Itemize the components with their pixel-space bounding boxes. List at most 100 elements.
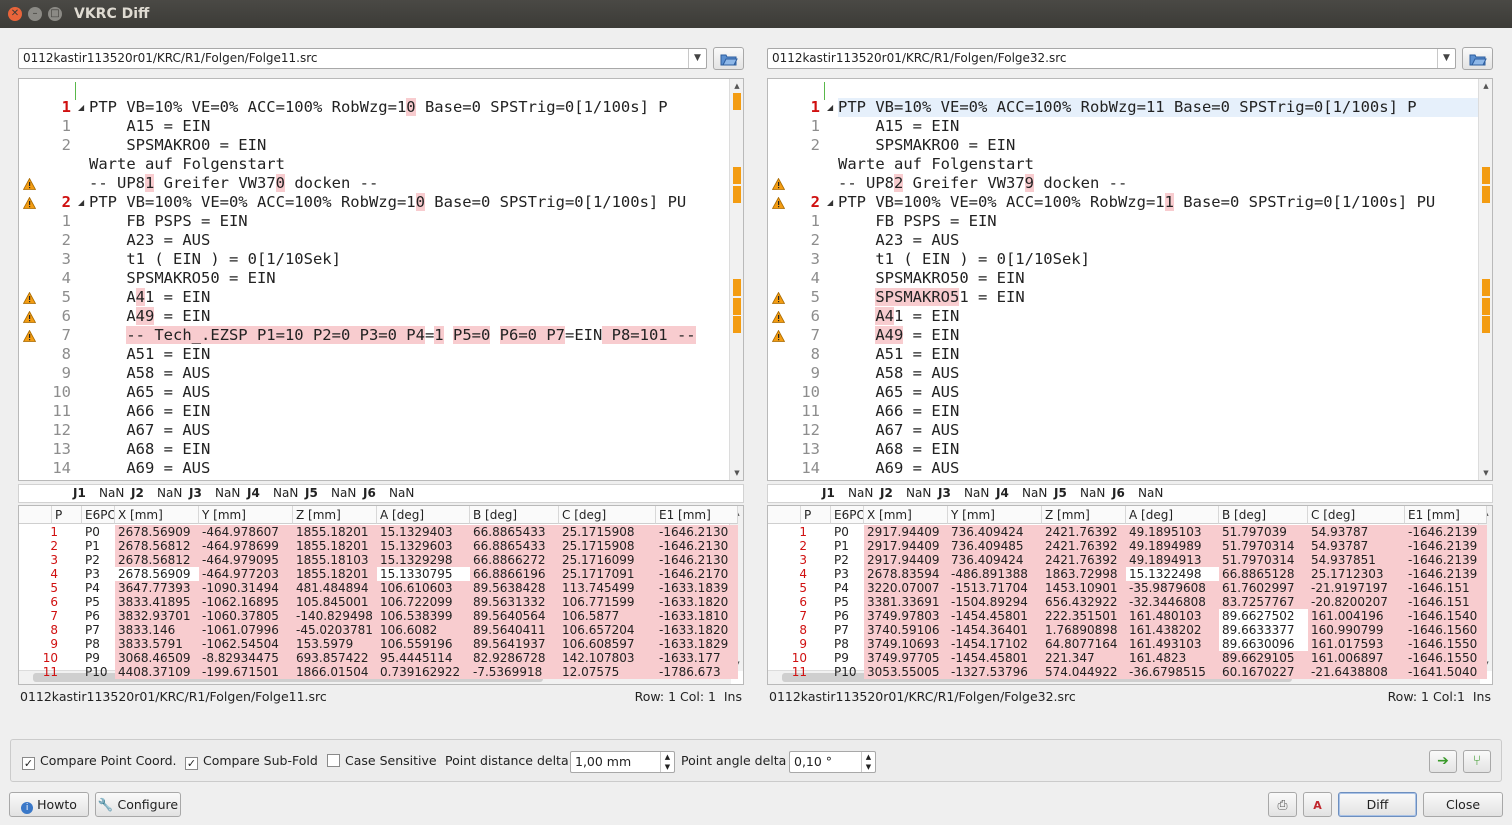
table-cell[interactable]: 161.004196 [1308, 609, 1405, 623]
table-cell[interactable]: 2917.94409 [864, 553, 948, 567]
code-line[interactable]: A15 = EIN [838, 117, 1478, 136]
table-cell[interactable]: 83.7257767 [1219, 595, 1308, 609]
code-line[interactable]: Warte auf Folgenstart [89, 155, 729, 174]
table-cell[interactable]: 3749.97705 [864, 651, 948, 665]
table-cell[interactable]: 15.1322498 [1126, 567, 1219, 581]
table-cell[interactable]: 2678.56909 [115, 567, 199, 581]
table-header-cell[interactable]: X [mm] [115, 506, 199, 524]
code-line[interactable]: A49 = EIN [838, 326, 1478, 345]
table-cell[interactable]: 3053.55005 [864, 665, 948, 679]
table-cell[interactable]: -1641.5040 [1405, 665, 1487, 679]
chevron-down-icon[interactable]: ▼ [688, 49, 706, 68]
table-cell[interactable]: 89.6627502 [1219, 609, 1308, 623]
table-cell[interactable]: -1646.151 [1405, 581, 1487, 595]
table-cell[interactable]: 89.6630096 [1219, 637, 1308, 651]
table-cell[interactable]: 49.1894913 [1126, 553, 1219, 567]
table-cell[interactable]: 656.432922 [1042, 595, 1126, 609]
point-name[interactable]: P6 [82, 609, 115, 623]
code-line[interactable]: A51 = EIN [89, 345, 729, 364]
table-cell[interactable]: 61.7602997 [1219, 581, 1308, 595]
table-header-cell[interactable]: C [deg] [559, 506, 656, 524]
table-cell[interactable]: 49.1895103 [1126, 525, 1219, 539]
scroll-up-icon[interactable]: ▲ [1479, 79, 1492, 93]
table-cell[interactable]: -20.8200207 [1308, 595, 1405, 609]
table-cell[interactable]: 106.6082 [377, 623, 470, 637]
table-cell[interactable]: 153.5979 [293, 637, 377, 651]
table-cell[interactable]: 1866.01504 [293, 665, 377, 679]
code-line[interactable]: A67 = AUS [838, 421, 1478, 440]
table-cell[interactable]: 693.857422 [293, 651, 377, 665]
point-name[interactable]: P7 [831, 623, 864, 637]
left-path-combo[interactable]: 0112kastir113520r01/KRC/R1/Folgen/Folge1… [18, 48, 707, 69]
table-cell[interactable]: -1786.673 [656, 665, 738, 679]
table-cell[interactable]: -1513.71704 [948, 581, 1042, 595]
table-cell[interactable]: 15.1329603 [377, 539, 470, 553]
table-cell[interactable]: 106.610603 [377, 581, 470, 595]
table-cell[interactable]: 12.07575 [559, 665, 656, 679]
diff-button[interactable]: Diff [1338, 792, 1417, 817]
right-path-combo[interactable]: 0112kastir113520r01/KRC/R1/Folgen/Folge3… [767, 48, 1456, 69]
table-cell[interactable]: -21.9197197 [1308, 581, 1405, 595]
table-cell[interactable]: 66.8866272 [470, 553, 559, 567]
code-line[interactable]: -- UP81 Greifer VW370 docken -- [89, 174, 729, 193]
table-cell[interactable]: 2678.56812 [115, 539, 199, 553]
compare-sub-fold-checkbox[interactable]: ✓ Compare Sub-Fold [185, 753, 318, 771]
code-line[interactable]: A69 = AUS [89, 459, 729, 478]
table-cell[interactable]: 222.351501 [1042, 609, 1126, 623]
code-line[interactable]: PTP VB=100% VE=0% ACC=100% RobWzg=11 Bas… [838, 193, 1478, 212]
checkbox-box[interactable]: ✓ [185, 757, 198, 770]
point-name[interactable]: P10 [82, 665, 115, 679]
scroll-up-icon[interactable]: ▲ [730, 79, 743, 93]
table-cell[interactable]: -1646.151 [1405, 595, 1487, 609]
table-cell[interactable]: 66.8865433 [470, 525, 559, 539]
code-line[interactable]: -- UP82 Greifer VW379 docken -- [838, 174, 1478, 193]
code-line[interactable]: A66 = EIN [838, 402, 1478, 421]
table-cell[interactable]: 2421.76392 [1042, 525, 1126, 539]
table-cell[interactable]: -35.9879608 [1126, 581, 1219, 595]
table-cell[interactable]: 3068.46509 [115, 651, 199, 665]
point-name[interactable]: P2 [831, 553, 864, 567]
code-line[interactable]: PTP VB=100% VE=0% ACC=100% RobWzg=10 Bas… [89, 193, 729, 212]
table-cell[interactable]: -1646.2130 [656, 553, 738, 567]
table-cell[interactable]: 106.559196 [377, 637, 470, 651]
code-line[interactable]: SPSMAKRO50 = EIN [838, 269, 1478, 288]
table-cell[interactable]: -464.977203 [199, 567, 293, 581]
table-cell[interactable]: -140.829498 [293, 609, 377, 623]
table-cell[interactable]: -1454.45801 [948, 609, 1042, 623]
table-cell[interactable]: 113.745499 [559, 581, 656, 595]
table-cell[interactable]: -1646.1560 [1405, 623, 1487, 637]
pdf-button[interactable]: A [1303, 792, 1332, 817]
code-line[interactable]: SPSMAKRO0 = EIN [838, 136, 1478, 155]
right-editor-scrollbar[interactable]: ▲ ▼ [1478, 79, 1492, 480]
left-code-editor[interactable]: 1 1 2 2 1 2 3 4 5 6 7 8 9 10 11 12 13 14 ◢ ◢ PTP VB=10% VE… [18, 78, 744, 481]
table-cell[interactable]: 161.493103 [1126, 637, 1219, 651]
code-line[interactable]: A66 = EIN [89, 402, 729, 421]
table-header-cell[interactable]: B [deg] [1219, 506, 1308, 524]
right-open-button[interactable] [1462, 47, 1493, 70]
table-cell[interactable]: 2421.76392 [1042, 539, 1126, 553]
table-cell[interactable]: 66.8865128 [1219, 567, 1308, 581]
table-cell[interactable]: 105.845001 [293, 595, 377, 609]
code-line[interactable]: SPSMAKRO0 = EIN [89, 136, 729, 155]
table-cell[interactable]: 51.7970314 [1219, 553, 1308, 567]
code-line[interactable]: SPSMAKRO51 = EIN [838, 288, 1478, 307]
table-cell[interactable]: -1646.2130 [656, 525, 738, 539]
table-cell[interactable]: 25.1716099 [559, 553, 656, 567]
table-cell[interactable]: -1060.37805 [199, 609, 293, 623]
table-cell[interactable]: 3832.93701 [115, 609, 199, 623]
table-cell[interactable]: -1090.31494 [199, 581, 293, 595]
code-line[interactable]: Warte auf Folgenstart [838, 155, 1478, 174]
table-cell[interactable]: 4408.37109 [115, 665, 199, 679]
table-cell[interactable]: 736.409485 [948, 539, 1042, 553]
table-cell[interactable]: 2917.94409 [864, 539, 948, 553]
table-cell[interactable]: 2678.56909 [115, 525, 199, 539]
table-cell[interactable]: -36.6798515 [1126, 665, 1219, 679]
table-header-cell[interactable]: Y [mm] [948, 506, 1042, 524]
code-line[interactable]: A41 = EIN [89, 288, 729, 307]
table-header-cell[interactable]: E6PO [82, 506, 115, 524]
table-header-cell[interactable]: Z [mm] [293, 506, 377, 524]
table-cell[interactable]: -1454.36401 [948, 623, 1042, 637]
table-cell[interactable]: 161.480103 [1126, 609, 1219, 623]
table-header-cell[interactable]: C [deg] [1308, 506, 1405, 524]
table-cell[interactable]: 3749.97803 [864, 609, 948, 623]
